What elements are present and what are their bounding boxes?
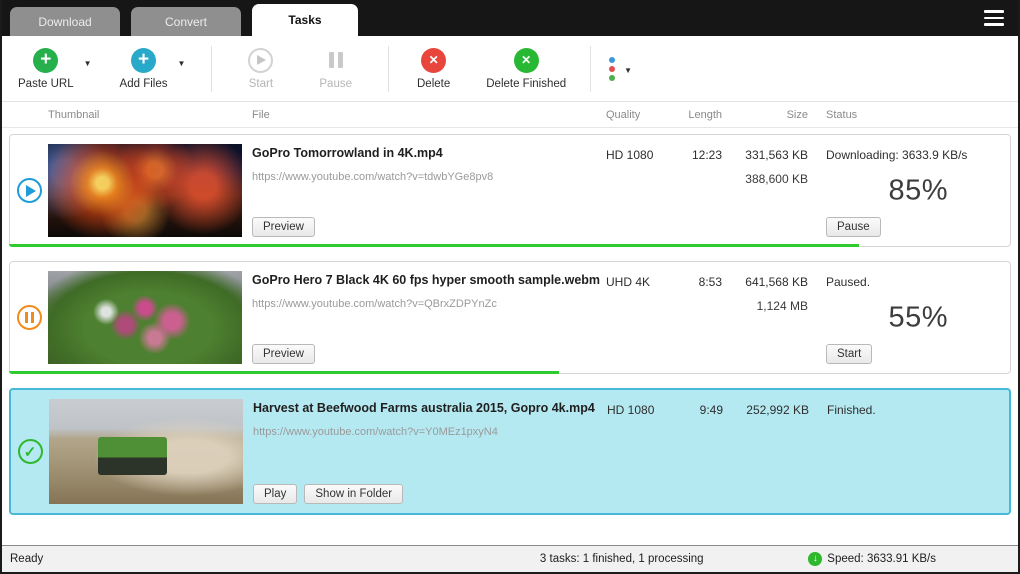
- paste-url-label: Paste URL: [18, 77, 74, 90]
- toolbar-separator: [388, 45, 389, 92]
- status-cell: Paused. 55% Start: [808, 262, 1010, 373]
- header-thumbnail: Thumbnail: [48, 108, 100, 121]
- header-status: Status: [826, 108, 858, 121]
- tab-download[interactable]: Download: [10, 7, 120, 36]
- video-url: https://www.youtube.com/watch?v=Y0MEz1px…: [253, 426, 498, 438]
- preview-button[interactable]: Preview: [252, 217, 315, 237]
- length-cell: 8:53: [698, 275, 722, 289]
- header-file: File: [252, 108, 270, 121]
- task-row-downloading[interactable]: GoPro Tomorrowland in 4K.mp4 https://www…: [9, 134, 1011, 247]
- video-url: https://www.youtube.com/watch?v=tdwbYGe8…: [252, 171, 494, 183]
- task-row-paused[interactable]: GoPro Hero 7 Black 4K 60 fps hyper smoot…: [9, 261, 1011, 374]
- play-icon: [248, 47, 274, 73]
- toolbar-separator: [211, 45, 213, 92]
- length-cell: 12:23: [691, 148, 722, 162]
- delete-x-icon: [421, 47, 447, 73]
- pause-label: Pause: [319, 77, 352, 90]
- progress-percent: 85%: [888, 174, 948, 206]
- add-files-dropdown-icon[interactable]: [173, 49, 189, 75]
- quality-cell: UHD 4K: [606, 275, 651, 289]
- app-window: Download Convert Tasks Paste URL Add Fil…: [0, 0, 1020, 574]
- video-thumbnail-fireworks[interactable]: [48, 144, 242, 237]
- progress-bar: [9, 244, 859, 247]
- header-quality: Quality: [606, 108, 641, 121]
- delete-button[interactable]: Delete: [417, 47, 451, 90]
- downloading-play-icon[interactable]: [16, 178, 42, 203]
- plus-icon: [33, 47, 59, 73]
- status-cell: Finished.: [809, 390, 1009, 513]
- progress-bar: [9, 371, 559, 374]
- finished-check-icon: [17, 439, 43, 464]
- size-total: 388,600 KB: [745, 172, 808, 186]
- video-title: GoPro Tomorrowland in 4K.mp4: [252, 146, 443, 160]
- header-size: Size: [786, 108, 808, 121]
- table-header: Thumbnail File Quality Length Size Statu…: [2, 102, 1018, 128]
- add-files-button[interactable]: Add Files: [119, 47, 168, 90]
- status-text: Finished.: [827, 403, 876, 417]
- size-total: 1,124 MB: [756, 299, 808, 313]
- show-in-folder-button[interactable]: Show in Folder: [304, 484, 404, 504]
- length-cell: 9:49: [699, 403, 723, 417]
- paste-url-dropdown-icon[interactable]: [80, 49, 96, 75]
- video-url: https://www.youtube.com/watch?v=QBrxZDPY…: [252, 298, 497, 310]
- tasks-summary: 3 tasks: 1 finished, 1 processing: [539, 553, 704, 565]
- download-speed-icon: [808, 552, 823, 566]
- size-downloaded: 331,563 KB: [745, 148, 808, 162]
- video-thumbnail-flowers[interactable]: [48, 271, 242, 364]
- size-cell: 641,568 KB 1,124 MB: [722, 262, 808, 373]
- play-button[interactable]: Play: [253, 484, 298, 504]
- preview-button[interactable]: Preview: [252, 344, 315, 364]
- paste-url-button[interactable]: Paste URL: [18, 47, 74, 90]
- video-title: Harvest at Beefwood Farms australia 2015…: [253, 401, 595, 415]
- speed-text: Speed: 3633.91 KB/s: [827, 553, 936, 565]
- delete-finished-button[interactable]: Delete Finished: [486, 47, 567, 90]
- status-text: Downloading: 3633.9 KB/s: [826, 148, 968, 162]
- start-label: Start: [248, 77, 274, 90]
- status-text: Paused.: [826, 275, 871, 289]
- delete-finished-label: Delete Finished: [486, 77, 567, 90]
- delete-finished-x-icon: [513, 47, 539, 73]
- task-list: GoPro Tomorrowland in 4K.mp4 https://www…: [2, 128, 1018, 545]
- hamburger-menu-icon[interactable]: [984, 10, 1004, 26]
- video-thumbnail-tractor[interactable]: [49, 399, 243, 504]
- tab-tasks[interactable]: Tasks: [252, 4, 358, 36]
- start-button[interactable]: Start: [248, 47, 274, 90]
- start-task-button[interactable]: Start: [826, 344, 873, 364]
- pause-button[interactable]: Pause: [319, 48, 352, 90]
- size-downloaded: 641,568 KB: [745, 275, 808, 289]
- add-files-label: Add Files: [119, 77, 168, 90]
- tab-convert[interactable]: Convert: [131, 7, 241, 36]
- plus-icon: [131, 47, 156, 73]
- size-cell: 331,563 KB 388,600 KB: [722, 135, 808, 246]
- pause-icon: [323, 48, 348, 73]
- header-length: Length: [688, 108, 722, 121]
- video-title: GoPro Hero 7 Black 4K 60 fps hyper smoot…: [252, 273, 600, 287]
- status-cell: Downloading: 3633.9 KB/s 85% Pause: [808, 135, 1010, 246]
- size-cell: 252,992 KB: [723, 390, 809, 513]
- paused-pause-icon[interactable]: [16, 305, 42, 330]
- size-downloaded: 252,992 KB: [746, 403, 809, 417]
- toolbar-separator: [590, 45, 592, 92]
- progress-percent: 55%: [888, 301, 948, 333]
- toolbar: Paste URL Add Files Start Pause Delete D…: [2, 36, 1018, 102]
- delete-label: Delete: [417, 77, 451, 90]
- tab-bar: Download Convert Tasks: [2, 0, 1018, 36]
- quality-cell: HD 1080: [606, 148, 654, 162]
- more-options-dropdown-icon[interactable]: [620, 56, 636, 82]
- task-row-finished-selected[interactable]: Harvest at Beefwood Farms australia 2015…: [9, 388, 1011, 515]
- pause-task-button[interactable]: Pause: [826, 217, 881, 237]
- colored-dots-icon: [609, 56, 616, 81]
- ready-status: Ready: [10, 553, 44, 565]
- status-bar: Ready 3 tasks: 1 finished, 1 processing …: [2, 545, 1018, 572]
- quality-cell: HD 1080: [607, 403, 655, 417]
- more-options-button[interactable]: [609, 56, 636, 82]
